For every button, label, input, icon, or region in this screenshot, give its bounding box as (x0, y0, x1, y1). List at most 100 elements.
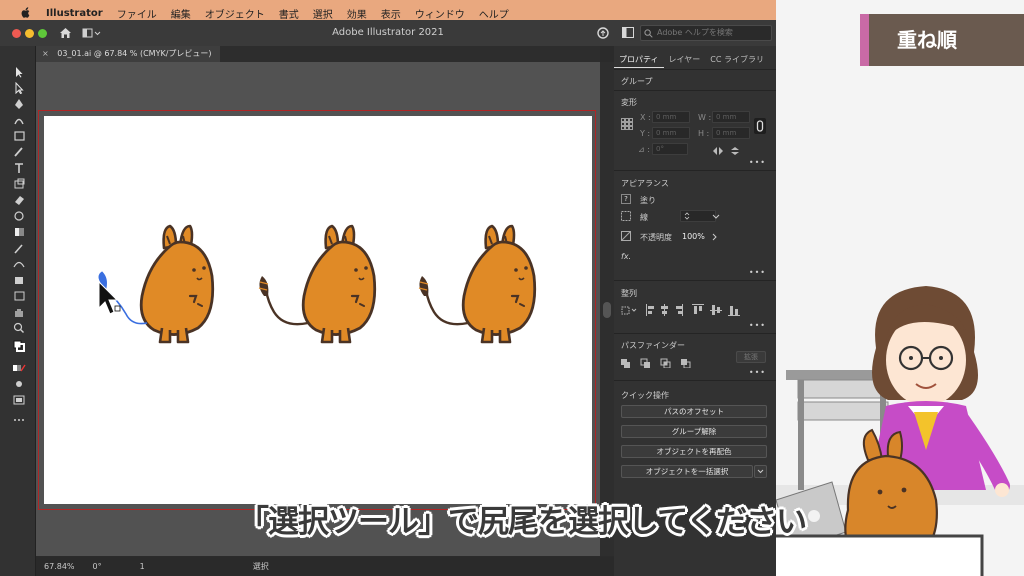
align-section-title: 整列 (621, 289, 637, 298)
flip-vertical-icon[interactable] (730, 146, 740, 156)
w-field[interactable]: 0 mm (712, 111, 750, 123)
stepper-icon[interactable] (684, 212, 690, 220)
draw-mode-icon[interactable] (12, 378, 26, 390)
panel-layout-icon[interactable] (622, 27, 634, 38)
direct-selection-tool-icon[interactable] (12, 82, 26, 94)
artboard[interactable] (44, 116, 592, 504)
select-same-dropdown[interactable] (754, 465, 767, 478)
menu-object[interactable]: オブジェクト (205, 6, 265, 21)
eyedropper-tool-icon[interactable] (12, 242, 26, 254)
gradient-tool-icon[interactable] (12, 226, 26, 238)
home-icon[interactable] (59, 27, 72, 39)
select-same-button[interactable]: オブジェクトを一括選択 (621, 465, 753, 478)
shape-builder-tool-icon[interactable] (12, 210, 26, 222)
flip-horizontal-icon[interactable] (712, 146, 724, 156)
current-tool-status: 選択 (252, 562, 269, 571)
rotation-value[interactable]: 0° (89, 562, 106, 571)
align-more-options[interactable]: ••• (749, 321, 766, 330)
menu-effect[interactable]: 効果 (347, 6, 367, 21)
close-window-button[interactable] (12, 28, 21, 38)
rectangle-tool-icon[interactable] (12, 130, 26, 142)
workspace-switcher-icon[interactable] (82, 28, 102, 38)
tab-properties[interactable]: プロパティ (614, 52, 664, 68)
transform-more-options[interactable]: ••• (749, 158, 766, 167)
y-field[interactable]: 0 mm (652, 127, 690, 139)
menu-select[interactable]: 選択 (313, 6, 333, 21)
pathfinder-buttons-icon[interactable] (621, 358, 697, 368)
apple-icon[interactable] (18, 6, 32, 20)
fx-button[interactable]: fx. (621, 252, 631, 261)
chevron-down-icon[interactable] (712, 214, 720, 220)
menu-help[interactable]: ヘルプ (479, 6, 509, 21)
document-tab-bar: × 03_01.ai @ 67.84 % (CMYK/プレビュー) (36, 46, 600, 62)
vertical-scrollbar[interactable] (600, 62, 614, 556)
tab-document-label: 03_01.ai @ 67.84 % (CMYK/プレビュー) (57, 49, 212, 58)
character-2[interactable] (301, 224, 377, 344)
character-2-tail[interactable] (258, 276, 309, 326)
x-field[interactable]: 0 mm (652, 111, 690, 123)
align-buttons-icon[interactable] (646, 304, 758, 316)
blend-tool-icon[interactable] (12, 258, 26, 270)
illustrator-window: Illustrator ファイル 編集 オブジェクト 書式 選択 効果 表示 ウ… (0, 0, 776, 576)
hand-tool-icon[interactable] (12, 306, 26, 318)
menu-app-name[interactable]: Illustrator (46, 8, 103, 19)
selection-type-label: グループ (621, 77, 653, 86)
align-to-selection-icon[interactable] (621, 304, 637, 316)
opacity-field[interactable]: 100% (682, 232, 705, 241)
fill-swatch[interactable]: ? (621, 194, 631, 204)
menu-file[interactable]: ファイル (117, 6, 157, 21)
angle-field[interactable]: 0° (652, 143, 688, 155)
share-icon[interactable] (597, 27, 610, 39)
close-tab-icon[interactable]: × (42, 49, 49, 58)
pathfinder-more-options[interactable]: ••• (749, 368, 766, 377)
help-search-input[interactable]: Adobe ヘルプを検索 (640, 25, 772, 41)
selection-tool-icon[interactable] (12, 66, 26, 78)
character-3-tail[interactable] (418, 276, 469, 326)
chevron-right-icon[interactable] (712, 233, 718, 241)
reference-point-icon[interactable] (621, 118, 633, 130)
symbol-sprayer-tool-icon[interactable] (12, 274, 26, 286)
more-tools-icon[interactable] (12, 414, 26, 426)
menu-view[interactable]: 表示 (381, 6, 401, 21)
panel-divider (614, 280, 776, 281)
zoom-window-button[interactable] (38, 28, 47, 38)
stroke-swatch-icon[interactable] (621, 211, 631, 221)
character-1[interactable] (139, 224, 215, 344)
recolor-button[interactable]: オブジェクトを再配色 (621, 445, 767, 458)
help-search-placeholder: Adobe ヘルプを検索 (657, 28, 733, 37)
offset-path-button[interactable]: パスのオフセット (621, 405, 767, 418)
color-mode-icon[interactable] (12, 362, 26, 374)
screen-mode-icon[interactable] (12, 394, 26, 406)
panel-divider (614, 90, 776, 91)
paintbrush-tool-icon[interactable] (12, 146, 26, 158)
panel-divider (614, 69, 776, 70)
h-field[interactable]: 0 mm (712, 127, 750, 139)
menu-window[interactable]: ウィンドウ (415, 6, 465, 21)
y-label: Y : (640, 129, 651, 138)
zoom-tool-icon[interactable] (12, 322, 26, 334)
zoom-level[interactable]: 67.84% (40, 562, 79, 571)
menu-edit[interactable]: 編集 (171, 6, 191, 21)
ungroup-button[interactable]: グループ解除 (621, 425, 767, 438)
pen-tool-icon[interactable] (12, 98, 26, 110)
appearance-more-options[interactable]: ••• (749, 268, 766, 277)
artboard-tool-icon[interactable] (12, 290, 26, 302)
rotate-tool-icon[interactable] (12, 178, 26, 190)
type-tool-icon[interactable] (12, 162, 26, 174)
menu-type[interactable]: 書式 (279, 6, 299, 21)
selection-handle[interactable] (114, 305, 121, 312)
eraser-tool-icon[interactable] (12, 194, 26, 206)
scrollbar-thumb[interactable] (603, 302, 611, 318)
character-3[interactable] (461, 224, 537, 344)
mouse-cursor-icon (98, 280, 119, 315)
tab-cc-libraries[interactable]: CC ライブラリ (705, 52, 769, 68)
artboard-artwork (98, 224, 537, 344)
constrain-proportions-button[interactable] (754, 118, 766, 134)
fill-stroke-swatch-icon[interactable] (12, 340, 26, 352)
tab-layers[interactable]: レイヤー (664, 52, 706, 68)
artboard-navigator[interactable]: 1 (136, 562, 149, 571)
minimize-window-button[interactable] (25, 28, 34, 38)
curvature-tool-icon[interactable] (12, 114, 26, 126)
tab-document[interactable]: × 03_01.ai @ 67.84 % (CMYK/プレビュー) (36, 46, 220, 62)
expand-button[interactable]: 拡張 (736, 351, 766, 363)
